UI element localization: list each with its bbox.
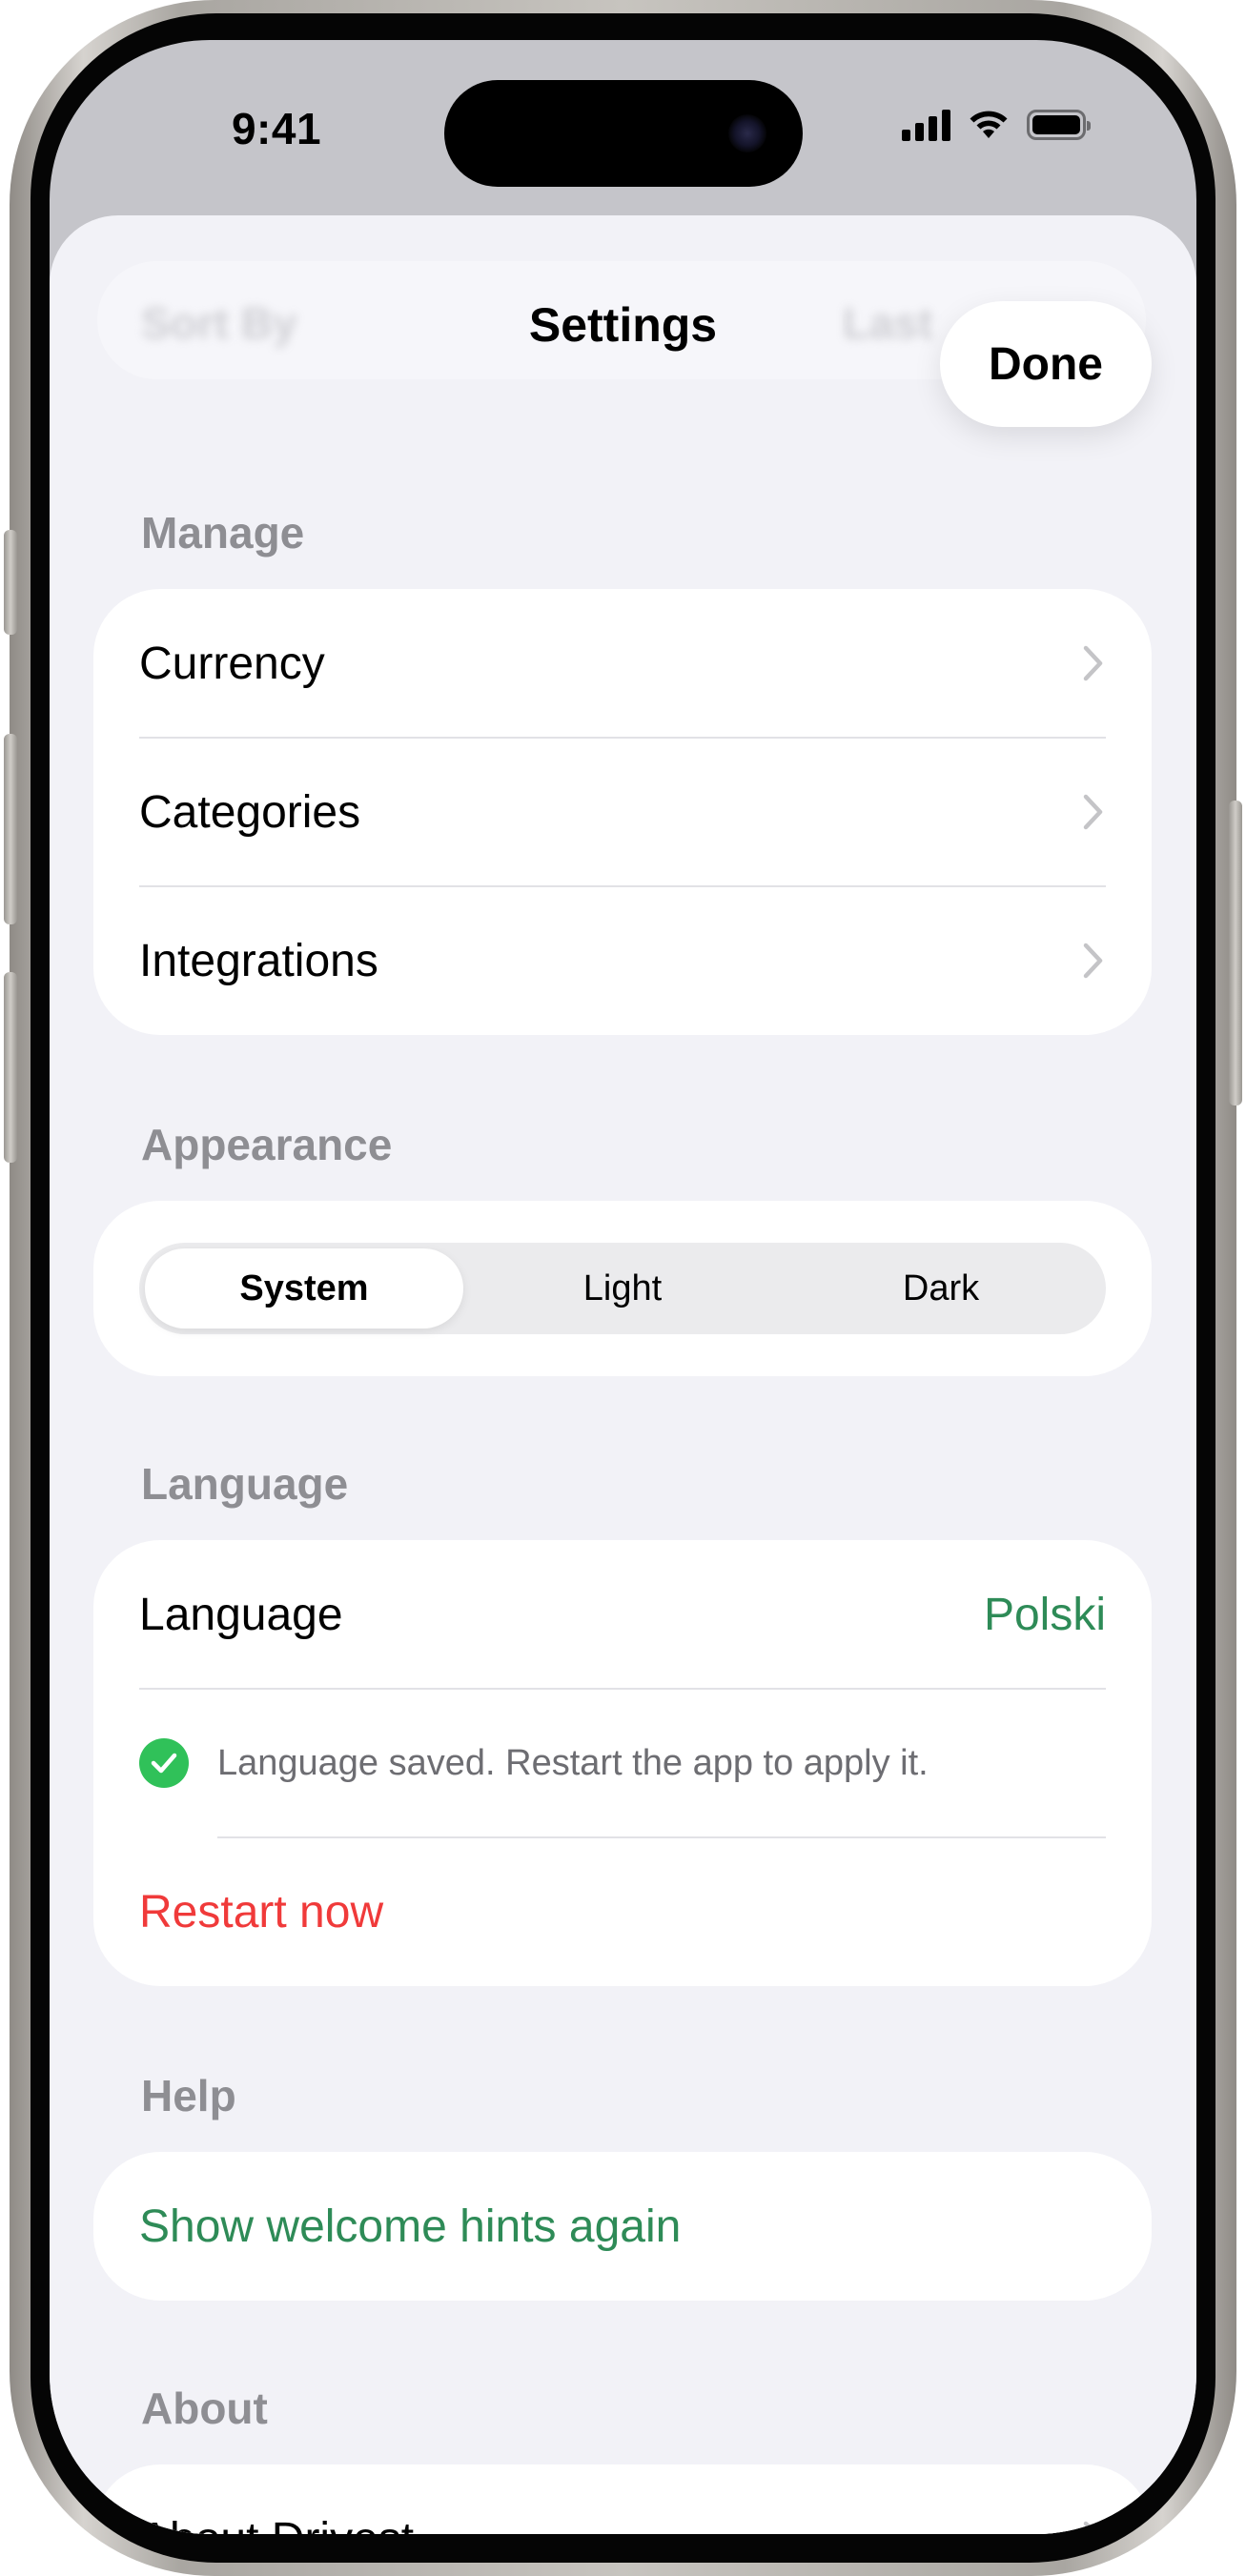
section-header-language: Language: [141, 1459, 349, 1509]
chevron-right-icon: [1083, 943, 1103, 979]
appearance-option-dark[interactable]: Dark: [782, 1248, 1100, 1329]
language-saved-text: Language saved. Restart the app to apply…: [217, 1742, 929, 1783]
wifi-icon: [970, 111, 1008, 138]
categories-row[interactable]: Categories: [93, 738, 1152, 886]
section-header-help: Help: [141, 2071, 236, 2120]
about-drivest-row[interactable]: About Drivest: [93, 2464, 1152, 2534]
chevron-right-icon: [1083, 645, 1103, 681]
section-header-manage: Manage: [141, 508, 305, 558]
section-header-about: About: [141, 2383, 268, 2433]
cellular-signal-icon: [902, 109, 950, 141]
about-drivest-label: About Drivest: [139, 2513, 1081, 2535]
language-label: Language: [139, 1589, 343, 1640]
appearance-card: System Light Dark: [93, 1201, 1152, 1376]
volume-up-button: [4, 734, 17, 924]
currency-row[interactable]: Currency: [93, 589, 1152, 738]
checkmark-circle-icon: [139, 1738, 189, 1788]
show-welcome-hints-button[interactable]: Show welcome hints again: [93, 2152, 1152, 2301]
chevron-right-icon: [1083, 2521, 1099, 2534]
about-card: About Drivest: [93, 2464, 1152, 2534]
status-icons: [902, 109, 1091, 141]
power-button: [1229, 801, 1242, 1105]
section-header-appearance: Appearance: [141, 1120, 393, 1169]
action-button: [4, 530, 17, 635]
currency-label: Currency: [139, 638, 325, 689]
restart-now-label: Restart now: [139, 1886, 384, 1937]
integrations-row[interactable]: Integrations: [93, 886, 1152, 1035]
chevron-right-icon: [1083, 794, 1103, 830]
front-camera-icon: [728, 114, 766, 152]
language-row[interactable]: Language Polski: [93, 1540, 1152, 1689]
language-card: Language Polski Language saved. Restart …: [93, 1540, 1152, 1986]
dynamic-island: [444, 80, 803, 187]
settings-sheet: Sort By Last Settings Done Manage Curren…: [50, 215, 1196, 2534]
battery-icon: [1027, 110, 1091, 140]
restart-now-button[interactable]: Restart now: [93, 1837, 1152, 1986]
status-time: 9:41: [231, 104, 322, 153]
appearance-option-system[interactable]: System: [145, 1248, 463, 1329]
manage-card: Currency Categories Integrations: [93, 589, 1152, 1035]
integrations-label: Integrations: [139, 935, 378, 986]
categories-label: Categories: [139, 786, 361, 838]
language-value: Polski: [983, 1589, 1106, 1640]
help-card: Show welcome hints again: [93, 2152, 1152, 2301]
appearance-segmented-control: System Light Dark: [139, 1243, 1106, 1334]
screen: 9:41 Sort By Last Settings Done Manage C…: [50, 40, 1196, 2534]
done-button[interactable]: Done: [940, 301, 1152, 427]
appearance-option-light[interactable]: Light: [463, 1248, 782, 1329]
language-saved-notice: Language saved. Restart the app to apply…: [93, 1689, 1152, 1837]
show-welcome-hints-label: Show welcome hints again: [139, 2201, 682, 2252]
volume-down-button: [4, 972, 17, 1163]
